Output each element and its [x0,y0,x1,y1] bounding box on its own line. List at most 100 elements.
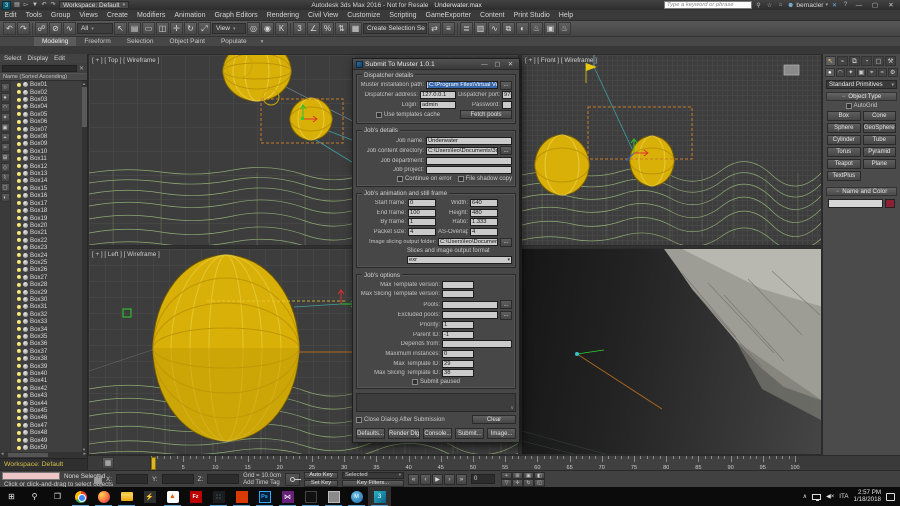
undo-icon[interactable]: ↶ [40,1,48,9]
tab-display[interactable]: ▢ [873,56,884,66]
explorer-title[interactable]: Workspace: Default [0,458,87,470]
visibility-bulb-icon[interactable] [17,172,21,176]
new-scene-icon[interactable]: ▤ [13,1,21,9]
list-item[interactable]: Box46 [11,414,82,421]
ribbon-more-icon[interactable]: ▾ [255,37,270,46]
maximum-instances-field[interactable]: 0 [442,350,474,358]
dispatcher-address-field[interactable]: 127.0.0.1 [420,91,456,99]
list-item[interactable]: Box31 [11,303,82,310]
job-project-field[interactable] [426,166,512,174]
list-item[interactable]: Box49 [11,437,82,444]
depends-from-field[interactable] [442,340,512,348]
user-account-menu[interactable]: ☻bernacler▾ [787,2,828,9]
ratio-field[interactable]: 1.333 [470,218,498,226]
plane-button[interactable]: Plane [863,159,897,169]
list-item[interactable]: Box02 [11,88,82,95]
visibility-bulb-icon[interactable] [17,305,21,309]
reference-coordsys-dropdown[interactable]: View [212,23,246,34]
visibility-bulb-icon[interactable] [17,409,21,413]
visibility-bulb-icon[interactable] [17,135,21,139]
visibility-bulb-icon[interactable] [17,283,21,287]
menu-scripting[interactable]: Scripting [385,12,421,19]
menu-civil-view[interactable]: Civil View [303,12,342,19]
go-start-button[interactable]: « [408,474,419,485]
visibility-bulb-icon[interactable] [17,312,21,316]
clock[interactable]: 2:57 PM 1/18/2018 [853,490,881,504]
console-button[interactable]: Console... [423,428,452,439]
list-item[interactable]: Box45 [11,407,82,414]
list-item[interactable]: Box16 [11,192,82,199]
list-item[interactable]: Box17 [11,200,82,207]
torus-button[interactable]: Torus [827,147,861,157]
viewport-perspective[interactable] [521,248,822,455]
parent-id-field[interactable]: -1 [442,331,474,339]
taskbar-office-app-icon[interactable] [230,487,253,506]
list-item[interactable]: Box27 [11,274,82,281]
object-name-field[interactable] [828,199,883,208]
percent-snap-icon[interactable]: % [321,22,334,35]
selection-filter-dropdown[interactable]: All [77,23,113,34]
teapot-button[interactable]: Teapot [827,159,861,169]
list-item[interactable]: Box28 [11,281,82,288]
taskbar-remote-app-icon[interactable]: ∷ [207,487,230,506]
list-item[interactable]: Box01 [11,81,82,88]
visibility-bulb-icon[interactable] [17,186,21,190]
undo-icon[interactable]: ↶ [3,22,16,35]
open-file-icon[interactable]: ▻ [22,1,30,9]
set-keys-button[interactable] [285,473,300,486]
curve-editor-icon[interactable]: ∿ [488,22,501,35]
close-button[interactable]: ✕ [884,1,898,9]
list-item[interactable]: Box34 [11,325,82,332]
dialog-minimize-button[interactable]: — [479,61,490,68]
visibility-bulb-icon[interactable] [17,416,21,420]
network-icon[interactable] [812,494,821,500]
exchange-apps-icon[interactable]: ✕ [830,2,839,9]
browse-excluded-pools-button[interactable]: ... [500,311,512,320]
render-dlg-button[interactable]: Render Dlg [388,428,420,439]
as-overlap-field[interactable]: 4 [470,228,498,236]
list-item[interactable]: Box14 [11,177,82,184]
menu-tools[interactable]: Tools [21,12,46,19]
browse-content-directory-button[interactable]: ... [500,146,512,155]
list-item[interactable]: Box35 [11,333,82,340]
workspace-dropdown[interactable]: Workspace: Default [59,1,129,9]
list-item[interactable]: Box23 [11,244,82,251]
list-item[interactable]: Box47 [11,422,82,429]
list-item[interactable]: Box29 [11,288,82,295]
visibility-bulb-icon[interactable] [17,238,21,242]
geosphere-button[interactable]: GeoSphere [863,123,897,133]
menu-views[interactable]: Views [75,12,103,19]
explorer-horizontal-scrollbar[interactable] [0,452,87,458]
visibility-bulb-icon[interactable] [17,194,21,198]
list-item[interactable]: Box15 [11,185,82,192]
visibility-bulb-icon[interactable] [17,90,21,94]
job-content-directory-field[interactable]: C:\Users\leo\Documents\3dsMax [426,147,498,155]
taskbar-muster-icon[interactable]: M [345,487,368,506]
redo-icon[interactable]: ↷ [17,22,30,35]
menu-customize[interactable]: Customize [343,12,385,19]
keyboard-override-icon[interactable]: K [275,22,288,35]
category-lights[interactable]: ✦ [846,68,856,77]
unlink-icon[interactable]: ⊘ [49,22,62,35]
time-slider-handle[interactable] [151,457,156,470]
material-editor-icon[interactable]: ◐ [516,22,529,35]
tab-modify[interactable]: ⌁ [837,56,848,66]
list-item[interactable]: Box39 [11,362,82,369]
taskbar-task-view-icon[interactable]: ❐ [46,487,69,506]
previous-frame-button[interactable]: ‹ [420,474,431,485]
help-search-input[interactable]: Type a keyword or phrase [664,1,752,9]
menu-edit[interactable]: Edit [0,12,21,19]
clear-search-icon[interactable]: ✕ [78,65,85,72]
taskbar-start-button[interactable]: ⊞ [0,487,23,506]
ribbon-toggle-icon[interactable]: ▥ [474,22,487,35]
muster-install-path-field[interactable]: C:\Program Files\Virtual Vertex\Muster 8 [426,81,498,89]
visibility-bulb-icon[interactable] [17,127,21,131]
visibility-bulb-icon[interactable] [17,98,21,102]
dispatcher-port-field[interactable]: 9781 [502,91,512,99]
explorer-menu-display[interactable]: Display [28,55,49,62]
field-of-view-icon[interactable]: ▽ [501,479,512,487]
display-geometry-icon[interactable]: ● [1,93,10,102]
list-item[interactable]: Box06 [11,118,82,125]
priority-field[interactable]: 1 [442,321,474,329]
visibility-bulb-icon[interactable] [17,231,21,235]
